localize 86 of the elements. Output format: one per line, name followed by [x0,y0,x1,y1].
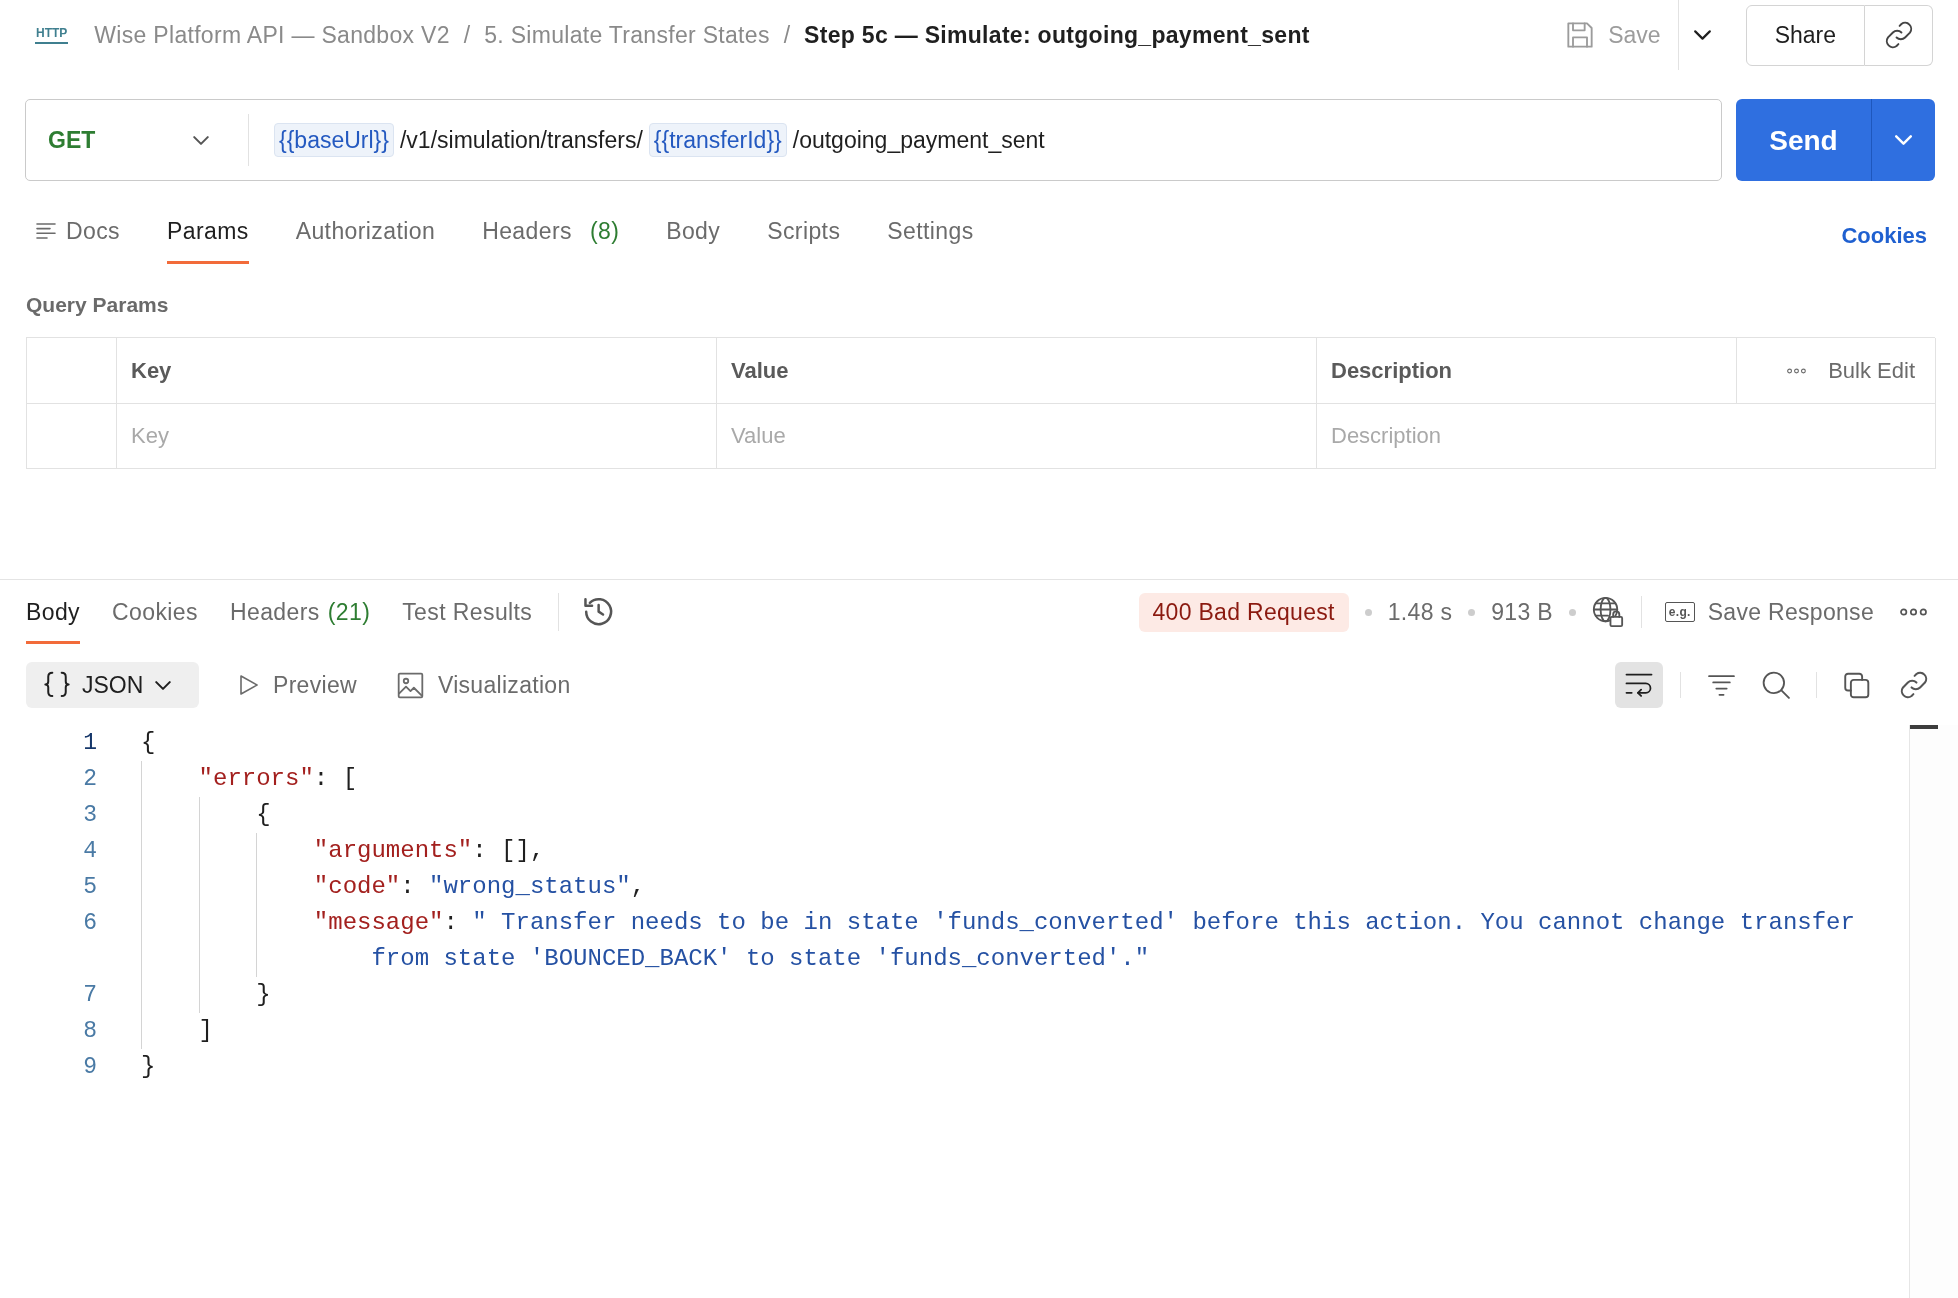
tab[interactable]: Settings [887,199,974,264]
link-icon[interactable] [1900,671,1928,700]
ellipsis-icon[interactable] [1787,367,1807,374]
status-badge: 400 Bad Request [1138,592,1349,632]
tab[interactable]: Params [167,199,249,264]
request-title: Step 5c — Simulate: outgoing_payment_sent [804,20,1310,50]
tab[interactable]: Body [26,580,81,645]
url-path: /outgoing_payment_sent [792,125,1045,155]
caret-icon [1693,30,1711,40]
tab[interactable]: Scripts [767,199,841,264]
description-field[interactable]: Description [1317,404,1935,469]
tab[interactable]: Authorization [295,199,436,264]
filter-icon[interactable] [1708,674,1735,696]
column-header: Key [117,338,717,405]
value-field[interactable]: Value [717,404,1316,469]
line-number: 5 [83,874,97,901]
copy-link-button[interactable] [1865,4,1933,66]
code-line: "errors": [ [198,764,358,795]
url-variable[interactable]: {{transferId}} [648,122,787,158]
example-tag: e.g. [1664,602,1695,623]
breadcrumb-separator: / [463,20,471,50]
link-icon [1884,21,1913,49]
save-icon [1566,21,1595,49]
code-line: "message": " Transfer needs to be in state 'funds_converted' before this action. You cannot change transfer from state 'BOUNCED_BACK' to state 'funds_converted'." [313,908,1856,975]
column-header: Value [717,338,1317,405]
code-line: ] [198,1016,214,1047]
globe-lock-icon[interactable] [1591,596,1624,629]
line-number: 7 [83,982,97,1009]
cookies-link[interactable]: Cookies [1841,221,1927,250]
history-icon[interactable] [584,597,615,628]
breadcrumb-link[interactable]: 5. Simulate Transfer States [484,20,770,50]
key-field[interactable]: Key [117,404,716,469]
response-size: 913 B [1491,597,1553,627]
send-button[interactable]: Send [1736,99,1871,181]
tab[interactable]: Test Results [402,580,533,645]
scrollbar-thumb[interactable] [1910,725,1938,730]
caret-icon [193,135,209,145]
caret-icon [1895,135,1912,145]
url-variable[interactable]: {{baseUrl}} [274,122,394,158]
view-button[interactable]: Preview [239,670,357,700]
tab[interactable]: Body [666,199,721,264]
response-time: 1.48 s [1387,597,1453,627]
code-line: { [141,728,157,759]
braces-icon [44,671,70,700]
bullet-icon [1364,608,1372,616]
column-header: Description [1317,338,1737,405]
breadcrumb-separator: / [783,20,791,50]
line-number: 8 [83,1018,97,1045]
line-number: 9 [83,1054,97,1081]
save-options-button[interactable] [1693,30,1711,40]
code-line: "arguments": [], [313,836,545,867]
caret-icon [155,680,172,690]
line-number: 3 [83,802,97,829]
line-number: 2 [83,766,97,793]
wrap-lines-icon [1625,673,1653,698]
share-button[interactable]: Share [1745,4,1865,66]
method-dropdown[interactable]: GET [26,100,248,180]
code-line: "code": "wrong_status", [313,872,646,903]
code-line: } [141,1052,157,1083]
image-icon [396,671,424,699]
url-path: /v1/simulation/transfers/ [400,125,643,155]
bullet-icon [1468,608,1476,616]
wrap-lines-button[interactable] [1615,662,1663,709]
section-title: Query Params [26,292,169,318]
line-number: 4 [83,838,97,865]
tab[interactable]: Headers (8) [482,199,620,264]
url-field[interactable]: {{baseUrl}} /v1/simulation/transfers/ {{transferId}} /outgoing_payment_sent [249,100,1721,180]
copy-icon[interactable] [1843,671,1870,699]
line-number: 1 [83,730,97,757]
breadcrumb-link[interactable]: Wise Platform API — Sandbox V2 [94,20,450,50]
search-icon[interactable] [1762,671,1790,700]
view-button[interactable]: Visualization [396,670,571,700]
line-number: 6 [83,910,97,937]
bullet-icon [1568,608,1576,616]
ellipsis-icon[interactable] [1900,608,1927,617]
code-line: { [256,800,272,831]
request-type-label: HTTP [35,26,69,44]
tab[interactable]: Headers (21) [229,580,371,645]
tab[interactable]: Docs [36,199,120,264]
play-icon [239,674,259,697]
docs-icon [36,223,56,239]
save-response-button[interactable]: e.g. Save Response [1664,597,1874,627]
tab[interactable]: Cookies [112,580,198,645]
format-dropdown[interactable]: JSON [26,662,199,709]
code-line: } [256,980,272,1011]
bulk-edit-button[interactable]: Bulk Edit [1828,357,1915,385]
